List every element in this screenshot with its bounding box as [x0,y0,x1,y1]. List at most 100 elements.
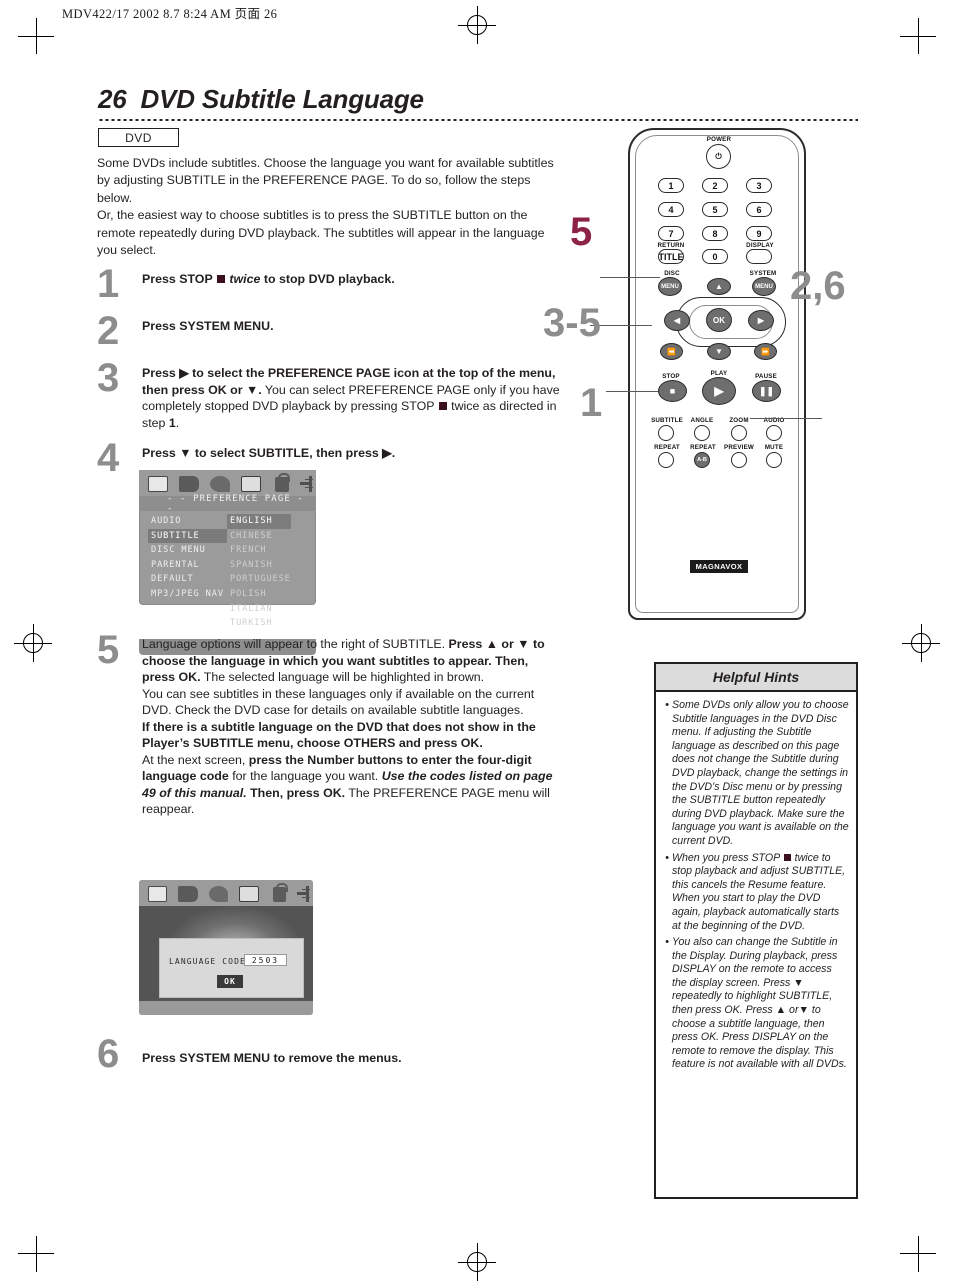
preview-button[interactable] [731,452,747,468]
play-button[interactable]: ▶ [702,377,736,405]
system-menu-button[interactable]: MENU [752,277,776,296]
osd-language-item[interactable]: FRENCH [227,543,291,558]
mute-button[interactable] [766,452,782,468]
number-button-0[interactable]: 0 [702,249,728,264]
repeat-ab-button[interactable]: A-B [694,452,710,468]
stop-button[interactable]: ■ [658,380,687,402]
helpful-hints-list: • Some DVDs only allow you to choose Subt… [656,692,856,1081]
osd-language-item[interactable]: SPANISH [227,558,291,573]
osd-menu-list: AUDIO SUBTITLE DISC MENU PARENTAL DEFAULT MP3… [139,514,227,631]
osd-language-item[interactable]: ENGLISH [227,514,291,529]
callout-3-5: 3-5 [543,301,601,345]
leader-line-callout-2-6 [750,418,822,419]
remote-body: POWER ⏻ 1 2 3 4 5 6 7 8 9 RETURN TITLE 0… [628,128,806,620]
dvd-format-tag: DVD [98,128,179,147]
next-button[interactable]: ⏩ [754,343,777,360]
osd2-icon-bar [139,880,313,906]
system-label: SYSTEM [749,270,777,277]
power-button[interactable]: ⏻ [706,144,731,169]
number-button-3[interactable]: 3 [746,178,772,193]
osd-language-item[interactable]: TURKISH [227,616,291,631]
osd-page-title: - - PREFERENCE PAGE - - [139,494,316,514]
subtitle-label: SUBTITLE [651,417,683,424]
language-code-dialog: LANGUAGE CODE 2503 OK [159,938,304,998]
helpful-hint-item: • You also can change the Subtitle in the… [662,936,849,1072]
exit-icon [297,886,313,902]
number-button-5[interactable]: 5 [702,202,728,217]
number-button-1[interactable]: 1 [658,178,684,193]
number-button-4[interactable]: 4 [658,202,684,217]
subtitle-button[interactable] [658,425,674,441]
zoom-button[interactable] [731,425,747,441]
intro-paragraph-2: Or, the easiest way to choose subtitles … [97,208,545,258]
magnavox-logo: MAGNAVOX [690,560,748,573]
osd-language-code: LANGUAGE CODE 2503 OK [139,880,313,1015]
repeat-ab-label: REPEAT [690,444,716,451]
callout-2-6: 2,6 [790,264,846,308]
number-button-9[interactable]: 9 [746,226,772,241]
speaker-icon [179,476,199,492]
remote-control-diagram: POWER ⏻ 1 2 3 4 5 6 7 8 9 RETURN TITLE 0… [590,128,848,628]
osd-menu-item[interactable]: DEFAULT [148,572,227,587]
lock-icon [275,472,290,492]
ok-button[interactable]: OK [706,308,732,332]
leader-line-callout-5 [600,277,660,278]
preference-page-icon [241,476,261,492]
number-button-8[interactable]: 8 [702,226,728,241]
number-button-7[interactable]: 7 [658,226,684,241]
step-3-number: 3 [97,356,120,400]
osd-menu-item[interactable]: DISC MENU [148,543,227,558]
helpful-hint-item: • When you press STOP twice to stop playb… [662,852,849,934]
down-arrow-button[interactable]: ▼ [707,343,731,360]
right-arrow-button[interactable]: ▶ [748,310,774,331]
bullet-icon: • [665,699,669,711]
angle-button[interactable] [694,425,710,441]
osd-language-item[interactable]: CHINESE [227,529,291,544]
repeat-label: REPEAT [654,444,680,451]
registration-mark-bottom [458,1243,496,1281]
disc-menu-button[interactable]: MENU [658,277,682,296]
language-code-label: LANGUAGE CODE [169,957,246,966]
osd-icon-bar [139,470,316,496]
preview-label: PREVIEW [724,444,754,451]
helpful-hint-item: • Some DVDs only allow you to choose Subt… [662,699,849,849]
intro-text: Some DVDs include subtitles. Choose the … [97,155,560,259]
repeat-button[interactable] [658,452,674,468]
left-arrow-button[interactable]: ◀ [664,310,690,331]
up-arrow-button[interactable]: ▲ [707,278,731,295]
preference-page-icon [239,886,259,902]
osd-language-item[interactable]: POLISH [227,587,291,602]
title-button[interactable]: TITLE [658,249,684,264]
osd-menu-item[interactable]: AUDIO [148,514,227,529]
step-1-text: Press STOP twice to stop DVD playback. [142,272,395,286]
osd-menu-item[interactable]: PARENTAL [148,558,227,573]
bullet-icon: • [665,851,669,864]
osd-language-list: ENGLISH CHINESE FRENCH SPANISH PORTUGUESE POL… [227,514,291,631]
return-label: RETURN [657,242,685,249]
number-button-2[interactable]: 2 [702,178,728,193]
print-slug: MDV422/17 2002 8.7 8:24 AM 页面 26 [62,7,278,21]
osd-menu-item[interactable]: SUBTITLE [148,528,227,544]
helpful-hint-text: Some DVDs only allow you to choose Subti… [672,699,849,847]
step-5-text: Language options will appear to the righ… [142,637,553,816]
step-5-number: 5 [97,628,120,672]
previous-button[interactable]: ⏪ [660,343,683,360]
satellite-icon [210,476,230,492]
disc-label: DISC [664,270,680,277]
audio-button[interactable] [766,425,782,441]
pause-button[interactable]: ❚❚ [752,380,781,402]
number-button-6[interactable]: 6 [746,202,772,217]
osd2-footer-bar [139,1001,313,1015]
page-number: 26 [98,84,127,114]
helpful-hints-title: Helpful Hints [656,664,856,692]
osd-ok-button[interactable]: OK [217,975,243,988]
osd-menu-item[interactable]: MP3/JPEG NAV [148,587,227,602]
osd-language-item[interactable]: ITALIAN [227,602,291,617]
osd-content: AUDIO SUBTITLE DISC MENU PARENTAL DEFAULT MP3… [139,511,316,631]
osd-language-item[interactable]: PORTUGUESE [227,572,291,587]
language-code-value[interactable]: 2503 [244,954,287,966]
power-label: POWER [706,136,732,143]
exit-icon [300,476,316,492]
play-label: PLAY [710,370,728,377]
display-button[interactable] [746,249,772,264]
